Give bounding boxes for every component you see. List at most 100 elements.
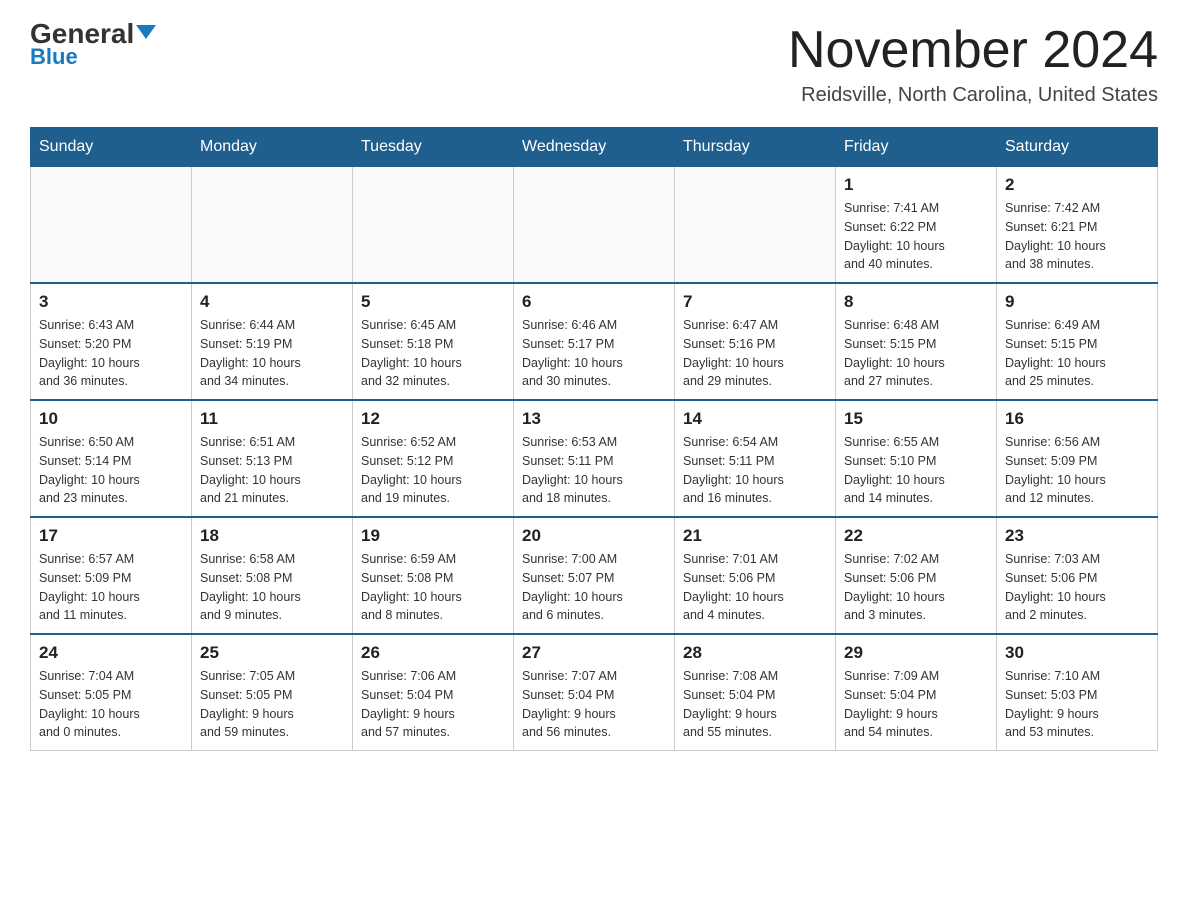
day-number: 2 (1005, 175, 1149, 195)
logo: General Blue (30, 20, 156, 70)
day-of-week-header: Tuesday (353, 128, 514, 167)
calendar-day-cell: 8Sunrise: 6:48 AM Sunset: 5:15 PM Daylig… (836, 283, 997, 400)
day-number: 28 (683, 643, 827, 663)
day-number: 3 (39, 292, 183, 312)
calendar-day-cell: 24 Sunrise: 7:04 AM Sunset: 5:05 PM Dayli… (31, 634, 192, 751)
calendar-week-row: 1 Sunrise: 7:41 AM Sunset: 6:22 PM Daylig… (31, 167, 1158, 284)
day-info: Sunrise: 7:08 AM Sunset: 5:04 PM Dayligh… (683, 667, 827, 742)
logo-blue: Blue (30, 44, 78, 70)
calendar-day-cell: 10 Sunrise: 6:50 AM Sunset: 5:14 PM Dayli… (31, 400, 192, 517)
day-info: Sunrise: 7:01 AM Sunset: 5:06 PM Dayligh… (683, 550, 827, 625)
day-number: 29 (844, 643, 988, 663)
day-info: Sunrise: 6:44 AM Sunset: 5:19 PM Dayligh… (200, 316, 344, 391)
day-info: Sunrise: 7:09 AM Sunset: 5:04 PM Dayligh… (844, 667, 988, 742)
day-of-week-header: Monday (192, 128, 353, 167)
day-number: 15 (844, 409, 988, 429)
day-info: Sunrise: 6:45 AM Sunset: 5:18 PM Dayligh… (361, 316, 505, 391)
day-of-week-header: Saturday (997, 128, 1158, 167)
calendar-day-cell: 12 Sunrise: 6:52 AM Sunset: 5:12 PM Dayli… (353, 400, 514, 517)
day-number: 10 (39, 409, 183, 429)
calendar-header-row: SundayMondayTuesdayWednesdayThursdayFrid… (31, 128, 1158, 167)
logo-triangle-icon (136, 25, 156, 39)
day-info: Sunrise: 6:49 AM Sunset: 5:15 PM Dayligh… (1005, 316, 1149, 391)
day-info: Sunrise: 6:59 AM Sunset: 5:08 PM Dayligh… (361, 550, 505, 625)
day-of-week-header: Wednesday (514, 128, 675, 167)
day-number: 23 (1005, 526, 1149, 546)
title-section: November 2024 Reidsville, North Carolina… (788, 20, 1158, 107)
day-info: Sunrise: 7:41 AM Sunset: 6:22 PM Dayligh… (844, 199, 988, 274)
calendar-day-cell: 27 Sunrise: 7:07 AM Sunset: 5:04 PM Dayli… (514, 634, 675, 751)
day-number: 16 (1005, 409, 1149, 429)
calendar-day-cell: 3 Sunrise: 6:43 AM Sunset: 5:20 PM Daylig… (31, 283, 192, 400)
day-info: Sunrise: 6:52 AM Sunset: 5:12 PM Dayligh… (361, 433, 505, 508)
day-number: 19 (361, 526, 505, 546)
calendar-day-cell: 18 Sunrise: 6:58 AM Sunset: 5:08 PM Dayli… (192, 517, 353, 634)
day-of-week-header: Friday (836, 128, 997, 167)
day-number: 5 (361, 292, 505, 312)
day-info: Sunrise: 6:43 AM Sunset: 5:20 PM Dayligh… (39, 316, 183, 391)
day-number: 20 (522, 526, 666, 546)
calendar-table: SundayMondayTuesdayWednesdayThursdayFrid… (30, 127, 1158, 751)
day-number: 9 (1005, 292, 1149, 312)
calendar-day-cell: 30Sunrise: 7:10 AM Sunset: 5:03 PM Dayli… (997, 634, 1158, 751)
calendar-day-cell: 22 Sunrise: 7:02 AM Sunset: 5:06 PM Dayli… (836, 517, 997, 634)
calendar-day-cell: 19 Sunrise: 6:59 AM Sunset: 5:08 PM Dayli… (353, 517, 514, 634)
day-info: Sunrise: 7:02 AM Sunset: 5:06 PM Dayligh… (844, 550, 988, 625)
day-number: 22 (844, 526, 988, 546)
location-subtitle: Reidsville, North Carolina, United State… (788, 84, 1158, 107)
day-number: 6 (522, 292, 666, 312)
day-info: Sunrise: 6:58 AM Sunset: 5:08 PM Dayligh… (200, 550, 344, 625)
day-info: Sunrise: 7:06 AM Sunset: 5:04 PM Dayligh… (361, 667, 505, 742)
day-info: Sunrise: 6:48 AM Sunset: 5:15 PM Dayligh… (844, 316, 988, 391)
day-info: Sunrise: 7:42 AM Sunset: 6:21 PM Dayligh… (1005, 199, 1149, 274)
calendar-day-cell (353, 167, 514, 284)
calendar-day-cell: 14 Sunrise: 6:54 AM Sunset: 5:11 PM Dayli… (675, 400, 836, 517)
day-info: Sunrise: 6:51 AM Sunset: 5:13 PM Dayligh… (200, 433, 344, 508)
day-number: 18 (200, 526, 344, 546)
day-number: 24 (39, 643, 183, 663)
calendar-day-cell: 15Sunrise: 6:55 AM Sunset: 5:10 PM Dayli… (836, 400, 997, 517)
day-number: 17 (39, 526, 183, 546)
day-number: 1 (844, 175, 988, 195)
day-number: 14 (683, 409, 827, 429)
calendar-day-cell: 16 Sunrise: 6:56 AM Sunset: 5:09 PM Dayli… (997, 400, 1158, 517)
calendar-day-cell (31, 167, 192, 284)
calendar-day-cell: 5 Sunrise: 6:45 AM Sunset: 5:18 PM Daylig… (353, 283, 514, 400)
day-info: Sunrise: 6:50 AM Sunset: 5:14 PM Dayligh… (39, 433, 183, 508)
day-number: 25 (200, 643, 344, 663)
day-number: 12 (361, 409, 505, 429)
calendar-day-cell: 4 Sunrise: 6:44 AM Sunset: 5:19 PM Daylig… (192, 283, 353, 400)
day-number: 13 (522, 409, 666, 429)
calendar-day-cell: 7Sunrise: 6:47 AM Sunset: 5:16 PM Daylig… (675, 283, 836, 400)
calendar-day-cell: 6 Sunrise: 6:46 AM Sunset: 5:17 PM Daylig… (514, 283, 675, 400)
calendar-day-cell: 9 Sunrise: 6:49 AM Sunset: 5:15 PM Daylig… (997, 283, 1158, 400)
day-info: Sunrise: 7:07 AM Sunset: 5:04 PM Dayligh… (522, 667, 666, 742)
day-of-week-header: Sunday (31, 128, 192, 167)
calendar-day-cell: 1 Sunrise: 7:41 AM Sunset: 6:22 PM Daylig… (836, 167, 997, 284)
day-number: 30 (1005, 643, 1149, 663)
calendar-day-cell (675, 167, 836, 284)
day-info: Sunrise: 6:46 AM Sunset: 5:17 PM Dayligh… (522, 316, 666, 391)
calendar-day-cell: 21Sunrise: 7:01 AM Sunset: 5:06 PM Dayli… (675, 517, 836, 634)
day-number: 4 (200, 292, 344, 312)
calendar-day-cell: 26Sunrise: 7:06 AM Sunset: 5:04 PM Dayli… (353, 634, 514, 751)
day-number: 27 (522, 643, 666, 663)
calendar-day-cell: 20Sunrise: 7:00 AM Sunset: 5:07 PM Dayli… (514, 517, 675, 634)
day-info: Sunrise: 7:04 AM Sunset: 5:05 PM Dayligh… (39, 667, 183, 742)
day-info: Sunrise: 7:05 AM Sunset: 5:05 PM Dayligh… (200, 667, 344, 742)
page-header: General Blue November 2024 Reidsville, N… (30, 20, 1158, 107)
day-info: Sunrise: 6:53 AM Sunset: 5:11 PM Dayligh… (522, 433, 666, 508)
calendar-day-cell: 29 Sunrise: 7:09 AM Sunset: 5:04 PM Dayli… (836, 634, 997, 751)
calendar-day-cell: 2 Sunrise: 7:42 AM Sunset: 6:21 PM Daylig… (997, 167, 1158, 284)
calendar-week-row: 24 Sunrise: 7:04 AM Sunset: 5:05 PM Dayli… (31, 634, 1158, 751)
calendar-day-cell: 28 Sunrise: 7:08 AM Sunset: 5:04 PM Dayli… (675, 634, 836, 751)
calendar-day-cell: 17Sunrise: 6:57 AM Sunset: 5:09 PM Dayli… (31, 517, 192, 634)
day-number: 11 (200, 409, 344, 429)
calendar-week-row: 3 Sunrise: 6:43 AM Sunset: 5:20 PM Daylig… (31, 283, 1158, 400)
day-info: Sunrise: 6:54 AM Sunset: 5:11 PM Dayligh… (683, 433, 827, 508)
calendar-day-cell (514, 167, 675, 284)
month-year-title: November 2024 (788, 20, 1158, 80)
day-info: Sunrise: 6:56 AM Sunset: 5:09 PM Dayligh… (1005, 433, 1149, 508)
calendar-week-row: 17Sunrise: 6:57 AM Sunset: 5:09 PM Dayli… (31, 517, 1158, 634)
day-number: 7 (683, 292, 827, 312)
